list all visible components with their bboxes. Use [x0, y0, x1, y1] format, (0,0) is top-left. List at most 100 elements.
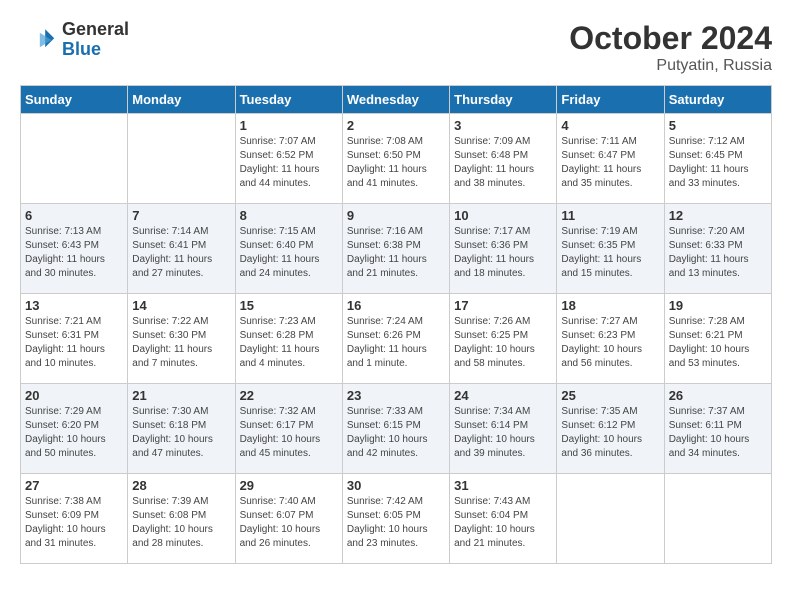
calendar-cell: 12Sunrise: 7:20 AM Sunset: 6:33 PM Dayli…: [664, 204, 771, 294]
day-info: Sunrise: 7:42 AM Sunset: 6:05 PM Dayligh…: [347, 495, 445, 551]
calendar-cell: 30 Sunrise: 7:42 AM Sunset: 6:05 PM Dayli…: [342, 474, 449, 564]
calendar-cell: 31 Sunrise: 7:43 AM Sunset: 6:04 PM Dayli…: [450, 474, 557, 564]
calendar-cell: 24 Sunrise: 7:34 AM Sunset: 6:14 PM Dayli…: [450, 384, 557, 474]
day-number: 7: [132, 208, 230, 223]
calendar-cell: [557, 474, 664, 564]
day-info: Sunrise: 7:26 AM Sunset: 6:25 PM Dayligh…: [454, 315, 552, 371]
day-info: Sunrise: 7:08 AM Sunset: 6:50 PM Dayligh…: [347, 135, 445, 191]
day-number: 3: [454, 118, 552, 133]
day-number: 10: [454, 208, 552, 223]
calendar-cell: 21 Sunrise: 7:30 AM Sunset: 6:18 PM Dayli…: [128, 384, 235, 474]
weekday-header: Tuesday: [235, 86, 342, 114]
logo-icon: [20, 22, 56, 58]
day-info: Sunrise: 7:37 AM Sunset: 6:11 PM Dayligh…: [669, 405, 767, 461]
calendar-cell: 3Sunrise: 7:09 AM Sunset: 6:48 PM Daylig…: [450, 114, 557, 204]
calendar-cell: 27 Sunrise: 7:38 AM Sunset: 6:09 PM Dayli…: [21, 474, 128, 564]
day-info: Sunrise: 7:17 AM Sunset: 6:36 PM Dayligh…: [454, 225, 552, 281]
day-number: 5: [669, 118, 767, 133]
day-number: 8: [240, 208, 338, 223]
calendar-cell: 8 Sunrise: 7:15 AM Sunset: 6:40 PM Daylig…: [235, 204, 342, 294]
day-info: Sunrise: 7:33 AM Sunset: 6:15 PM Dayligh…: [347, 405, 445, 461]
day-info: Sunrise: 7:15 AM Sunset: 6:40 PM Dayligh…: [240, 225, 338, 281]
day-info: Sunrise: 7:32 AM Sunset: 6:17 PM Dayligh…: [240, 405, 338, 461]
weekday-header: Monday: [128, 86, 235, 114]
day-number: 12: [669, 208, 767, 223]
day-number: 4: [561, 118, 659, 133]
location: Putyatin, Russia: [569, 57, 772, 75]
day-number: 11: [561, 208, 659, 223]
calendar-cell: 6Sunrise: 7:13 AM Sunset: 6:43 PM Daylig…: [21, 204, 128, 294]
calendar-cell: 13 Sunrise: 7:21 AM Sunset: 6:31 PM Dayli…: [21, 294, 128, 384]
day-number: 14: [132, 298, 230, 313]
calendar-cell: 26 Sunrise: 7:37 AM Sunset: 6:11 PM Dayli…: [664, 384, 771, 474]
day-number: 30: [347, 478, 445, 493]
day-info: Sunrise: 7:21 AM Sunset: 6:31 PM Dayligh…: [25, 315, 123, 371]
calendar-cell: 19 Sunrise: 7:28 AM Sunset: 6:21 PM Dayli…: [664, 294, 771, 384]
logo-line2: Blue: [62, 40, 129, 60]
calendar-week-row: 13 Sunrise: 7:21 AM Sunset: 6:31 PM Dayli…: [21, 294, 772, 384]
calendar-cell: 17 Sunrise: 7:26 AM Sunset: 6:25 PM Dayli…: [450, 294, 557, 384]
day-number: 19: [669, 298, 767, 313]
day-info: Sunrise: 7:38 AM Sunset: 6:09 PM Dayligh…: [25, 495, 123, 551]
calendar-week-row: 1Sunrise: 7:07 AM Sunset: 6:52 PM Daylig…: [21, 114, 772, 204]
month-title: October 2024: [569, 20, 772, 57]
day-number: 17: [454, 298, 552, 313]
title-area: October 2024 Putyatin, Russia: [569, 20, 772, 75]
day-info: Sunrise: 7:30 AM Sunset: 6:18 PM Dayligh…: [132, 405, 230, 461]
day-info: Sunrise: 7:14 AM Sunset: 6:41 PM Dayligh…: [132, 225, 230, 281]
weekday-header: Wednesday: [342, 86, 449, 114]
day-info: Sunrise: 7:43 AM Sunset: 6:04 PM Dayligh…: [454, 495, 552, 551]
calendar-cell: 1Sunrise: 7:07 AM Sunset: 6:52 PM Daylig…: [235, 114, 342, 204]
day-info: Sunrise: 7:29 AM Sunset: 6:20 PM Dayligh…: [25, 405, 123, 461]
day-info: Sunrise: 7:35 AM Sunset: 6:12 PM Dayligh…: [561, 405, 659, 461]
day-number: 2: [347, 118, 445, 133]
day-number: 13: [25, 298, 123, 313]
calendar-cell: 22 Sunrise: 7:32 AM Sunset: 6:17 PM Dayli…: [235, 384, 342, 474]
weekday-header: Friday: [557, 86, 664, 114]
calendar-cell: [664, 474, 771, 564]
weekday-header: Saturday: [664, 86, 771, 114]
day-info: Sunrise: 7:13 AM Sunset: 6:43 PM Dayligh…: [25, 225, 123, 281]
weekday-header-row: SundayMondayTuesdayWednesdayThursdayFrid…: [21, 86, 772, 114]
day-info: Sunrise: 7:07 AM Sunset: 6:52 PM Dayligh…: [240, 135, 338, 191]
calendar-cell: 7 Sunrise: 7:14 AM Sunset: 6:41 PM Daylig…: [128, 204, 235, 294]
day-number: 23: [347, 388, 445, 403]
day-info: Sunrise: 7:12 AM Sunset: 6:45 PM Dayligh…: [669, 135, 767, 191]
day-number: 22: [240, 388, 338, 403]
calendar-cell: 25 Sunrise: 7:35 AM Sunset: 6:12 PM Dayli…: [557, 384, 664, 474]
calendar-cell: 28Sunrise: 7:39 AM Sunset: 6:08 PM Dayli…: [128, 474, 235, 564]
calendar-cell: [128, 114, 235, 204]
day-number: 31: [454, 478, 552, 493]
day-info: Sunrise: 7:39 AM Sunset: 6:08 PM Dayligh…: [132, 495, 230, 551]
calendar-cell: 20 Sunrise: 7:29 AM Sunset: 6:20 PM Dayli…: [21, 384, 128, 474]
day-info: Sunrise: 7:28 AM Sunset: 6:21 PM Dayligh…: [669, 315, 767, 371]
weekday-header: Thursday: [450, 86, 557, 114]
day-number: 25: [561, 388, 659, 403]
day-number: 27: [25, 478, 123, 493]
day-info: Sunrise: 7:11 AM Sunset: 6:47 PM Dayligh…: [561, 135, 659, 191]
calendar-cell: 5 Sunrise: 7:12 AM Sunset: 6:45 PM Daylig…: [664, 114, 771, 204]
calendar-table: SundayMondayTuesdayWednesdayThursdayFrid…: [20, 85, 772, 564]
calendar-cell: 23 Sunrise: 7:33 AM Sunset: 6:15 PM Dayli…: [342, 384, 449, 474]
day-number: 20: [25, 388, 123, 403]
calendar-cell: 4 Sunrise: 7:11 AM Sunset: 6:47 PM Daylig…: [557, 114, 664, 204]
logo: General Blue: [20, 20, 129, 60]
calendar-cell: 16 Sunrise: 7:24 AM Sunset: 6:26 PM Dayli…: [342, 294, 449, 384]
page-header: General Blue October 2024 Putyatin, Russ…: [20, 20, 772, 75]
calendar-cell: [21, 114, 128, 204]
calendar-cell: 29Sunrise: 7:40 AM Sunset: 6:07 PM Dayli…: [235, 474, 342, 564]
day-info: Sunrise: 7:23 AM Sunset: 6:28 PM Dayligh…: [240, 315, 338, 371]
day-info: Sunrise: 7:16 AM Sunset: 6:38 PM Dayligh…: [347, 225, 445, 281]
day-number: 18: [561, 298, 659, 313]
weekday-header: Sunday: [21, 86, 128, 114]
calendar-week-row: 27 Sunrise: 7:38 AM Sunset: 6:09 PM Dayli…: [21, 474, 772, 564]
day-number: 26: [669, 388, 767, 403]
day-number: 21: [132, 388, 230, 403]
day-info: Sunrise: 7:19 AM Sunset: 6:35 PM Dayligh…: [561, 225, 659, 281]
day-number: 24: [454, 388, 552, 403]
day-number: 16: [347, 298, 445, 313]
day-number: 9: [347, 208, 445, 223]
day-info: Sunrise: 7:24 AM Sunset: 6:26 PM Dayligh…: [347, 315, 445, 371]
calendar-cell: 11 Sunrise: 7:19 AM Sunset: 6:35 PM Dayli…: [557, 204, 664, 294]
day-info: Sunrise: 7:34 AM Sunset: 6:14 PM Dayligh…: [454, 405, 552, 461]
